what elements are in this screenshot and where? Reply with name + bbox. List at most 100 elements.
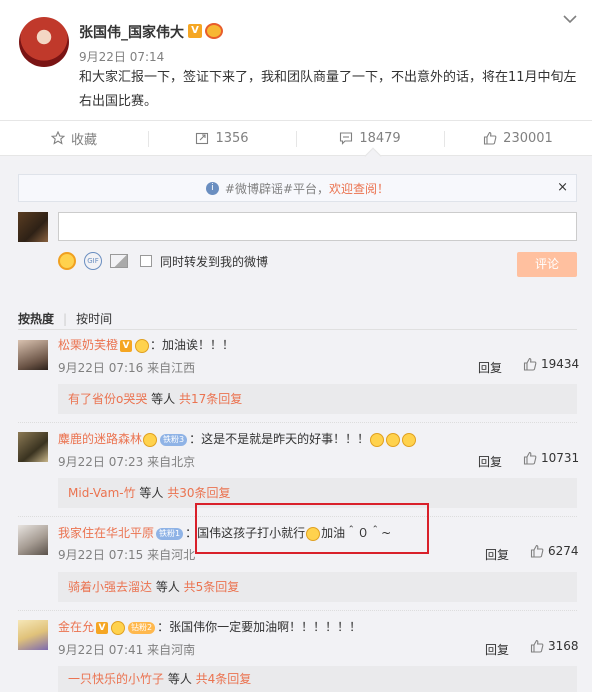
- commenter-avatar[interactable]: [18, 525, 48, 555]
- like-count: 230001: [503, 130, 553, 146]
- reply-button[interactable]: 回复: [485, 546, 509, 563]
- commenter-name: 松栗奶芙橙 V ：加油诶！！！: [58, 336, 234, 353]
- sub-replies-bar[interactable]: 骑着小强去溜达 等人 共5条回复: [58, 572, 577, 602]
- commenter-username[interactable]: 松栗奶芙橙: [58, 338, 118, 352]
- sub-reply-mid: 等人: [164, 672, 196, 686]
- comment-text: ：张国伟你一定要加油啊！！！！！！: [157, 620, 362, 634]
- highlight-box: [195, 503, 429, 554]
- info-icon: i: [205, 181, 219, 195]
- sub-reply-count[interactable]: 共4条回复: [196, 672, 252, 686]
- comment-like-button[interactable]: 10731: [523, 451, 579, 465]
- commenter-username[interactable]: 麋鹿的迷路森林: [58, 432, 142, 446]
- member-badge-icon: [143, 432, 158, 447]
- verified-badge-icon: V: [96, 621, 109, 634]
- emoji-icon: [370, 432, 385, 447]
- member-badge-icon: [135, 338, 150, 353]
- sub-reply-user[interactable]: 有了省份o哭哭: [68, 392, 147, 406]
- comment-meta: 9月22日 07:16 来自江西: [58, 361, 196, 375]
- sort-separator: |: [63, 312, 68, 326]
- comment-like-count: 3168: [548, 639, 579, 653]
- verified-badge-icon: V: [120, 339, 133, 352]
- comment-like-count: 19434: [541, 357, 580, 371]
- comment-like-button[interactable]: 19434: [523, 357, 579, 371]
- commenter-username[interactable]: 金在允: [58, 620, 94, 634]
- notice-link[interactable]: 欢迎查阅！: [329, 180, 389, 197]
- close-icon[interactable]: ×: [557, 180, 568, 195]
- comment-like-count: 6274: [548, 544, 579, 558]
- sub-reply-count[interactable]: 共5条回复: [184, 580, 240, 594]
- favorite-label: 收藏: [70, 132, 97, 148]
- repost-checkbox[interactable]: [140, 255, 152, 267]
- comment-text: ：加油诶！！！: [150, 338, 235, 352]
- reply-button[interactable]: 回复: [485, 641, 509, 658]
- sub-reply-mid: 等人: [152, 580, 184, 594]
- comment-meta: 9月22日 07:23 来自北京: [58, 455, 196, 469]
- author-name[interactable]: 张国伟_国家伟大: [79, 22, 184, 42]
- composer-toolbar: GIF 同时转发到我的微博: [58, 252, 268, 270]
- divider: [18, 422, 577, 423]
- reply-button[interactable]: 回复: [478, 359, 502, 376]
- fan-badge: 铁粉1: [156, 527, 184, 540]
- commenter-avatar[interactable]: [18, 620, 48, 650]
- comment-count: 18479: [359, 130, 401, 146]
- comment-meta: 9月22日 07:41 来自河南: [58, 643, 196, 657]
- tab-sort-hot[interactable]: 按热度: [18, 312, 54, 326]
- current-user-avatar[interactable]: [18, 212, 48, 242]
- comment-input[interactable]: [58, 212, 577, 241]
- tab-sort-time[interactable]: 按时间: [76, 312, 112, 326]
- post-action-bar: 收藏 1356 18479 230001: [0, 120, 592, 156]
- sub-reply-count[interactable]: 共17条回复: [179, 392, 242, 406]
- notice-text: #微博辟谣#平台，: [224, 181, 330, 196]
- sub-reply-user[interactable]: 一只快乐的小竹子: [68, 672, 164, 686]
- comment-like-button[interactable]: 3168: [530, 639, 579, 653]
- gif-icon[interactable]: GIF: [84, 252, 102, 270]
- submit-comment-button[interactable]: 评论: [517, 252, 577, 277]
- favorite-button[interactable]: 收藏: [0, 121, 148, 155]
- thumbs-up-icon: [523, 357, 537, 371]
- verified-badge-icon: V: [188, 24, 202, 38]
- thumbs-up-icon: [484, 131, 497, 145]
- commenter-username[interactable]: 我家住在华北平原: [58, 526, 154, 540]
- commenter-name: 麋鹿的迷路森林 铁粉3 ：这是不是就是昨天的好事！！！: [58, 430, 417, 447]
- sub-reply-user[interactable]: Mid-Vam-竹: [68, 486, 136, 500]
- member-crown-icon: [205, 23, 223, 39]
- emoji-icon: [386, 432, 401, 447]
- member-badge-icon: [111, 620, 126, 635]
- fan-badge: 铁粉3: [160, 433, 188, 446]
- sub-reply-user[interactable]: 骑着小强去溜达: [68, 580, 152, 594]
- sub-reply-count[interactable]: 共30条回复: [167, 486, 230, 500]
- repost-count: 1356: [215, 130, 249, 146]
- reply-button[interactable]: 回复: [478, 453, 502, 470]
- comment-icon: [340, 132, 353, 145]
- emoji-icon: [402, 432, 417, 447]
- comment-like-count: 10731: [541, 451, 580, 465]
- fan-badge: 钻粉2: [128, 621, 156, 634]
- post-text: 和大家汇报一下，签证下来了，我和团队商量了一下，不出意外的话，将在11月中旬左右…: [79, 70, 577, 109]
- sub-replies-bar[interactable]: 有了省份o哭哭 等人 共17条回复: [58, 384, 577, 414]
- repost-icon: [196, 132, 209, 145]
- repost-checkbox-label[interactable]: 同时转发到我的微博: [160, 253, 268, 270]
- image-icon[interactable]: [110, 254, 128, 268]
- sub-reply-mid: 等人: [147, 392, 179, 406]
- comment-like-button[interactable]: 6274: [530, 544, 579, 558]
- weibo-post: 张国伟_国家伟大 V 9月22日 07:14 和大家汇报一下，签证下来了，我和团…: [0, 0, 592, 120]
- like-button[interactable]: 230001: [444, 121, 592, 155]
- thumbs-up-icon: [530, 639, 544, 653]
- sub-replies-bar[interactable]: 一只快乐的小竹子 等人 共4条回复: [58, 666, 577, 692]
- chevron-down-icon[interactable]: [563, 14, 577, 24]
- sort-tabs: 按热度 | 按时间: [18, 310, 112, 327]
- divider: [18, 329, 577, 330]
- divider: [18, 610, 577, 611]
- author-avatar[interactable]: [19, 17, 69, 67]
- rumor-notice-bar: i #微博辟谣#平台， 欢迎查阅！ ×: [18, 174, 577, 202]
- commenter-avatar[interactable]: [18, 432, 48, 462]
- sub-reply-mid: 等人: [135, 486, 168, 500]
- post-date[interactable]: 9月22日 07:14: [79, 48, 164, 65]
- commenter-name: 金在允 V 钻粉2 ：张国伟你一定要加油啊！！！！！！: [58, 618, 361, 635]
- commenter-avatar[interactable]: [18, 340, 48, 370]
- emoji-icon[interactable]: [58, 252, 76, 270]
- thumbs-up-icon: [530, 544, 544, 558]
- comment-text: ：这是不是就是昨天的好事！！！: [189, 432, 370, 446]
- comment-meta: 9月22日 07:15 来自河北: [58, 548, 196, 562]
- repost-button[interactable]: 1356: [148, 121, 296, 155]
